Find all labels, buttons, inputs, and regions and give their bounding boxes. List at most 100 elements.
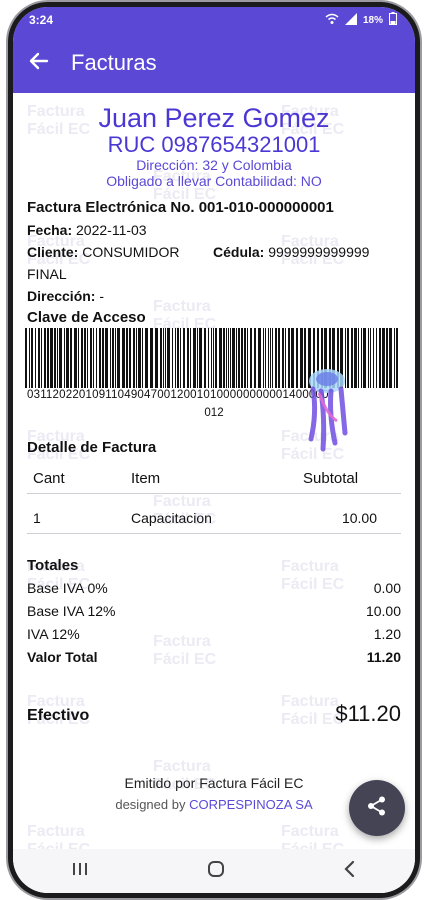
barcode-bar (278, 328, 280, 388)
client-address: Dirección: - (27, 288, 104, 304)
id-label: Cédula: (213, 244, 265, 260)
recent-apps-button[interactable] (71, 861, 89, 882)
invoice-number: Factura Electrónica No. 001-010-00000000… (27, 199, 334, 216)
barcode-bar (250, 328, 252, 388)
barcode-bar (373, 328, 374, 388)
barcode-bar (197, 328, 198, 388)
barcode-bar (78, 328, 79, 388)
phone-frame: 3:24 18% Facturas Factura Fácil EC Factu… (8, 2, 420, 898)
back-button[interactable] (13, 33, 65, 93)
id-value: 9999999999999 (268, 244, 370, 260)
barcode-bar (394, 328, 395, 388)
date-label: Fecha: (27, 222, 73, 238)
barcode-bar (50, 328, 53, 388)
barcode-bar (230, 328, 231, 388)
payment-amount: $11.20 (335, 701, 401, 726)
barcode-bar (268, 328, 269, 388)
barcode-bar (112, 328, 114, 388)
barcode-bar (386, 328, 388, 388)
barcode-bar (213, 328, 214, 388)
barcode-bar (272, 328, 273, 388)
row-subtotal: 10.00 (341, 510, 377, 526)
barcode-bar (382, 328, 385, 388)
invoice-id: Cédula: 9999999999999 (213, 244, 369, 260)
barcode-bar (110, 328, 111, 388)
barcode-bar (44, 328, 46, 388)
back-nav-button[interactable] (343, 860, 357, 883)
barcode-bar (150, 328, 153, 388)
barcode-bar (265, 328, 266, 388)
share-icon (366, 795, 388, 822)
address-value: - (99, 288, 105, 304)
status-bar: 3:24 18% (13, 7, 415, 33)
barcode-bar (376, 328, 377, 388)
barcode-bar (183, 328, 185, 388)
barcode-bar (142, 328, 143, 388)
barcode-bar (64, 328, 65, 388)
barcode-bar (38, 328, 40, 388)
barcode-bar (25, 328, 27, 388)
client-value-continued: FINAL (27, 266, 67, 282)
barcode-bar (102, 328, 104, 388)
barcode-bar (129, 328, 131, 388)
detail-title: Detalle de Factura (27, 439, 157, 456)
barcode-bar (59, 328, 62, 388)
barcode-bar (138, 328, 141, 388)
status-time: 3:24 (29, 13, 54, 27)
barcode-bar (167, 328, 170, 388)
barcode-bar (238, 328, 240, 388)
col-header-subtotal: Subtotal (303, 470, 359, 487)
barcode-bar (81, 328, 83, 388)
barcode-bar (275, 328, 277, 388)
jellyfish-sticker (303, 363, 353, 458)
total-line: IVA 12% 1.20 (27, 626, 401, 642)
barcode-bar (31, 328, 33, 388)
barcode-bar (379, 328, 381, 388)
col-header-item: Item (131, 470, 161, 487)
barcode-bar (193, 328, 196, 388)
payment-method: Efectivo (27, 707, 90, 724)
barcode-bar (165, 328, 166, 388)
barcode-bar (232, 328, 235, 388)
barcode-bar (396, 328, 398, 388)
designer-link[interactable]: CORPESPINOZA SA (189, 797, 313, 812)
barcode-bar (57, 328, 58, 388)
barcode-bar (236, 328, 237, 388)
barcode-bar (187, 328, 189, 388)
barcode-bar (99, 328, 101, 388)
barcode-bar (244, 328, 246, 388)
barcode-bar (133, 328, 135, 388)
divider (27, 493, 401, 494)
barcode-bar (155, 328, 158, 388)
total-line: Base IVA 12% 10.00 (27, 603, 401, 619)
barcode-bar (270, 328, 271, 388)
screen: 3:24 18% Facturas Factura Fácil EC Factu… (13, 7, 415, 893)
issuer-ruc: RUC 0987654321001 (107, 132, 321, 157)
barcode-bar (90, 328, 92, 388)
barcode-bar (226, 328, 227, 388)
barcode-bar (117, 328, 120, 388)
barcode-bar (211, 328, 212, 388)
address-label: Dirección: (27, 288, 96, 304)
home-button[interactable] (206, 859, 226, 884)
barcode-bar (204, 328, 206, 388)
barcode-bar (74, 328, 77, 388)
issuer-header: Juan Perez Gomez RUC 0987654321001 Direc… (13, 103, 415, 189)
barcode-bar (291, 328, 294, 388)
row-item: Capacitacion (131, 510, 212, 526)
barcode-bar (223, 328, 225, 388)
barcode-bar (241, 328, 243, 388)
grand-total: Valor Total 11.20 (27, 649, 401, 665)
share-button[interactable] (349, 780, 405, 836)
barcode-bar (105, 328, 108, 388)
row-qty: 1 (33, 510, 41, 526)
barcode-bar (177, 328, 179, 388)
barcode-bar (145, 328, 148, 388)
designed-prefix: designed by (115, 797, 186, 812)
barcode-bar (126, 328, 128, 388)
arrow-left-icon (29, 51, 49, 76)
barcode-bar (180, 328, 181, 388)
barcode-bar (258, 328, 261, 388)
barcode-bar (41, 328, 42, 388)
barcode-bar (288, 328, 290, 388)
